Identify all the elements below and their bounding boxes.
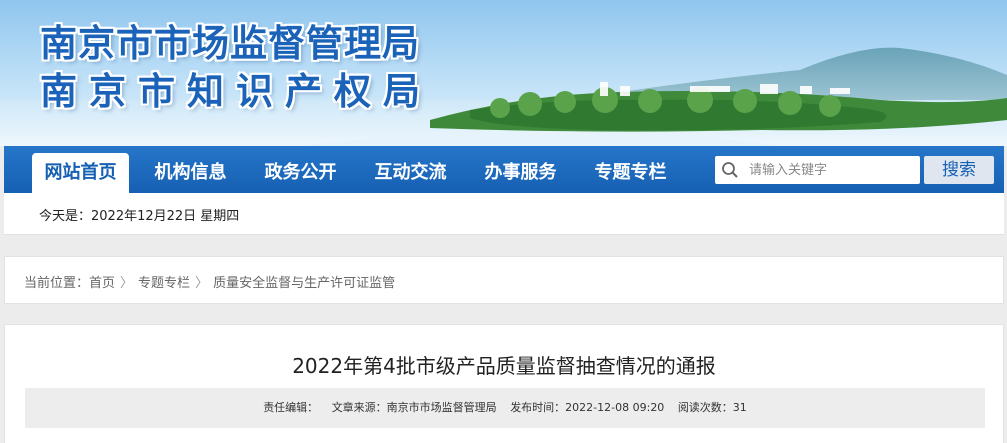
breadcrumb: 当前位置：首页〉专题专栏〉质量安全监督与生产许可证监管 bbox=[4, 256, 1004, 304]
nav-institution-info[interactable]: 机构信息 bbox=[142, 153, 239, 193]
page: 南京市市场监督管理局 南京市知识产权局 网站首页 机构信息 政务公开 互动交流 … bbox=[0, 0, 1007, 443]
breadcrumb-separator: 〉 bbox=[195, 276, 209, 291]
search-box bbox=[715, 156, 920, 184]
article-title: 2022年第4批市级产品质量监督抽查情况的通报 bbox=[292, 354, 716, 378]
date-bar: 今天是：2022年12月22日 星期四 bbox=[4, 193, 1004, 235]
site-subtitle: 南京市知识产权局 bbox=[40, 69, 432, 113]
today-date: 今天是：2022年12月22日 星期四 bbox=[39, 209, 240, 224]
search-button[interactable]: 搜索 bbox=[924, 156, 994, 184]
breadcrumb-current[interactable]: 质量安全监督与生产许可证监管 bbox=[213, 276, 395, 291]
site-title: 南京市市场监督管理局 bbox=[40, 21, 420, 65]
nav-interaction[interactable]: 互动交流 bbox=[362, 153, 459, 193]
article-publish-time: 发布时间：2022-12-08 09:20 bbox=[510, 401, 665, 414]
article-source: 文章来源：南京市市场监督管理局 bbox=[331, 401, 497, 414]
nav-home[interactable]: 网站首页 bbox=[32, 153, 129, 193]
article-editor: 责任编辑： bbox=[263, 401, 319, 414]
article-meta: 责任编辑： 文章来源：南京市市场监督管理局 发布时间：2022-12-08 09… bbox=[25, 388, 985, 428]
header-banner: 南京市市场监督管理局 南京市知识产权局 bbox=[0, 0, 1007, 146]
nav-special-topics[interactable]: 专题专栏 bbox=[582, 153, 679, 193]
breadcrumb-special-topics[interactable]: 专题专栏 bbox=[138, 276, 190, 291]
breadcrumb-home[interactable]: 首页 bbox=[89, 276, 115, 291]
search-icon bbox=[722, 162, 738, 178]
nav-government-affairs[interactable]: 政务公开 bbox=[252, 153, 349, 193]
article: 2022年第4批市级产品质量监督抽查情况的通报 责任编辑： 文章来源：南京市市场… bbox=[4, 324, 1004, 443]
search-input[interactable] bbox=[749, 156, 914, 184]
nav-services[interactable]: 办事服务 bbox=[472, 153, 569, 193]
breadcrumb-prefix: 当前位置： bbox=[24, 276, 90, 291]
breadcrumb-separator: 〉 bbox=[120, 276, 134, 291]
article-view-count: 阅读次数：31 bbox=[677, 401, 747, 414]
main-nav: 网站首页 机构信息 政务公开 互动交流 办事服务 专题专栏 搜索 bbox=[4, 146, 1004, 193]
